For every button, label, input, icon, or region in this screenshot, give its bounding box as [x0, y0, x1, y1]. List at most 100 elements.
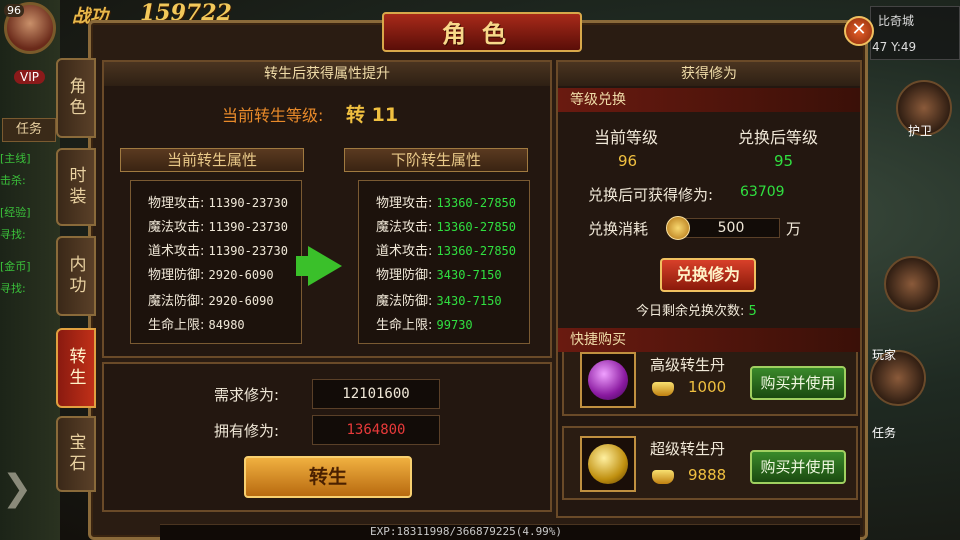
cultivation-header: 获得修为 — [558, 62, 860, 86]
tab-fashion[interactable]: 时装 — [56, 148, 96, 226]
exp-text: EXP:18311998/366879225(4.99%) — [370, 525, 563, 538]
current-attr-row: 魔法攻击: 11390-23730 — [148, 216, 288, 235]
quest-line-1[interactable]: [主线] — [0, 150, 31, 166]
next-attr-row: 魔法攻击: 13360-27850 — [376, 216, 516, 235]
buy-and-use-button[interactable]: 购买并使用 — [750, 450, 846, 484]
attr-name: 魔法攻击: — [148, 220, 205, 235]
attr-value: 2920-6090 — [208, 294, 274, 308]
attr-name: 生命上限: — [148, 318, 205, 333]
ingot-icon — [652, 470, 674, 484]
owned-label: 拥有修为: — [214, 422, 280, 440]
attr-value: 11390-23730 — [208, 220, 289, 234]
next-attr-row: 道术攻击: 13360-27850 — [376, 240, 516, 259]
current-attr-row: 道术攻击: 11390-23730 — [148, 240, 288, 259]
current-level-label: 当前等级 — [594, 128, 659, 147]
remaining-label: 今日剩余兑换次数: — [636, 304, 745, 319]
cost-unit: 万 — [786, 220, 802, 238]
remaining-exchanges: 今日剩余兑换次数: 5 — [636, 300, 757, 319]
attr-name: 物理攻击: — [148, 196, 205, 211]
attr-value: 13360-27850 — [436, 196, 517, 210]
quest-line-2[interactable]: 击杀: — [0, 172, 26, 188]
attr-name: 魔法防御: — [376, 294, 433, 309]
advanced-rebirth-pill-icon — [580, 352, 636, 408]
attr-value: 13360-27850 — [436, 220, 517, 234]
quest-line-6[interactable]: 寻找: — [0, 280, 26, 296]
tab-character[interactable]: 角色 — [56, 58, 96, 138]
cost-value: 500 — [682, 218, 780, 238]
player-level-badge: 96 — [4, 4, 24, 17]
next-attr-row: 物理防御: 3430-7150 — [376, 264, 502, 283]
super-rebirth-pill-icon — [580, 436, 636, 492]
attr-value: 2920-6090 — [208, 268, 274, 282]
attr-value: 3430-7150 — [436, 268, 502, 282]
attr-name: 生命上限: — [376, 318, 433, 333]
after-level-label: 兑换后等级 — [738, 128, 819, 147]
window-title: 角色 — [442, 19, 522, 48]
rebirth-header: 转生后获得属性提升 — [104, 62, 550, 86]
next-attr-row: 魔法防御: 3430-7150 — [376, 290, 502, 309]
exchange-section-header: 等级兑换 — [558, 88, 860, 112]
quest-line-3[interactable]: [经验] — [0, 204, 31, 220]
item-price: 1000 — [688, 378, 727, 396]
quest-line-4[interactable]: 寻找: — [0, 226, 26, 242]
coordinates: 47 Y:49 — [872, 40, 917, 54]
attr-name: 道术攻击: — [376, 244, 433, 259]
ingot-icon — [652, 382, 674, 396]
guard-label: 护卫 — [908, 124, 933, 138]
purple-orb-icon — [588, 360, 628, 400]
current-attr-row: 物理攻击: 11390-23730 — [148, 192, 288, 211]
quest-label: 任务 — [872, 426, 897, 440]
attr-name: 道术攻击: — [148, 244, 205, 259]
tab-gem[interactable]: 宝石 — [56, 416, 96, 492]
next-attr-row: 物理攻击: 13360-27850 — [376, 192, 516, 211]
item-name: 高级转生丹 — [650, 356, 726, 374]
gain-value: 63709 — [740, 184, 785, 200]
tab-rebirth[interactable]: 转生 — [56, 328, 96, 408]
player-label: 玩家 — [872, 348, 897, 362]
quick-buy-header: 快捷购买 — [558, 328, 860, 352]
current-attr-row: 魔法防御: 2920-6090 — [148, 290, 274, 309]
exchange-button[interactable]: 兑换修为 — [660, 258, 756, 292]
expand-arrow-icon[interactable]: ❯ — [2, 468, 38, 518]
attr-value: 3430-7150 — [436, 294, 502, 308]
attr-value: 11390-23730 — [208, 196, 289, 210]
arrow-right-icon — [308, 246, 342, 286]
cost-label: 兑换消耗 — [588, 220, 649, 238]
skill-button[interactable] — [884, 256, 940, 312]
item-price: 9888 — [688, 466, 727, 484]
task-button[interactable]: 任务 — [2, 118, 56, 142]
close-button[interactable]: ✕ — [844, 16, 874, 46]
required-value: 12101600 — [312, 379, 440, 409]
owned-value: 1364800 — [312, 415, 440, 445]
tab-inner-power[interactable]: 内功 — [56, 236, 96, 316]
attr-value: 13360-27850 — [436, 244, 517, 258]
attr-name: 物理攻击: — [376, 196, 433, 211]
attr-name: 魔法攻击: — [376, 220, 433, 235]
attr-name: 物理防御: — [148, 268, 205, 283]
next-attributes-banner: 下阶转生属性 — [344, 148, 528, 172]
quest-line-5[interactable]: [金币] — [0, 258, 31, 274]
coin-icon — [666, 216, 690, 240]
rebirth-level-value: 转 11 — [346, 104, 399, 126]
attr-value: 11390-23730 — [208, 244, 289, 258]
remaining-value: 5 — [748, 304, 757, 319]
required-label: 需求修为: — [214, 386, 280, 404]
shop-item: 高级转生丹 1000 购买并使用 — [562, 352, 858, 416]
after-level-value: 95 — [774, 152, 794, 170]
buy-and-use-button[interactable]: 购买并使用 — [750, 366, 846, 400]
rebirth-level-label: 当前转生等级: — [222, 106, 324, 125]
item-name: 超级转生丹 — [650, 440, 726, 458]
current-attr-row: 生命上限: 84980 — [148, 314, 245, 333]
map-name: 比奇城 — [878, 14, 915, 28]
attr-value: 84980 — [208, 318, 245, 332]
attr-value: 99730 — [436, 318, 473, 332]
next-attr-row: 生命上限: 99730 — [376, 314, 473, 333]
vip-badge[interactable]: VIP — [14, 70, 45, 84]
shop-item: 超级转生丹 9888 购买并使用 — [562, 426, 858, 500]
current-level-value: 96 — [618, 152, 638, 170]
current-attr-row: 物理防御: 2920-6090 — [148, 264, 274, 283]
attr-name: 物理防御: — [376, 268, 433, 283]
golden-orb-icon — [588, 444, 628, 484]
gain-label: 兑换后可获得修为: — [588, 186, 714, 204]
rebirth-button[interactable]: 转生 — [244, 456, 412, 498]
